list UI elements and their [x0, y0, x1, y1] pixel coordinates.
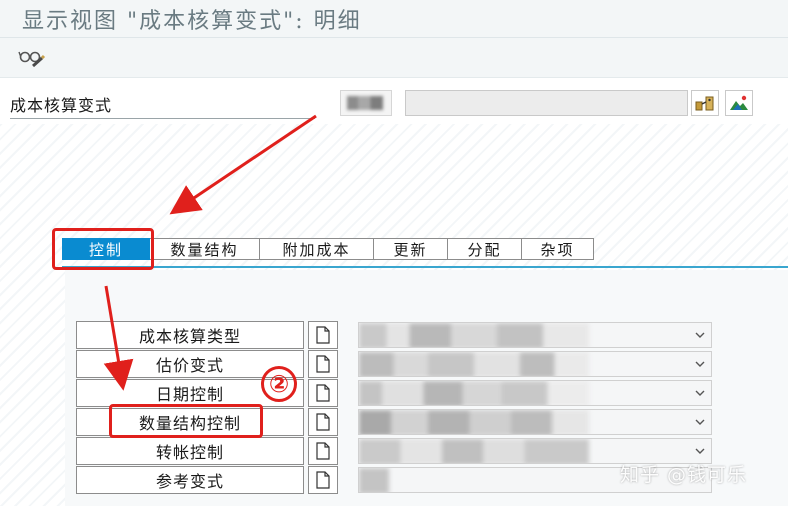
- toolbar: [0, 38, 788, 78]
- document-icon[interactable]: [308, 379, 338, 407]
- costing-variant-label: 成本核算变式: [10, 92, 315, 119]
- valuation-variant-select[interactable]: [358, 351, 712, 377]
- document-icon[interactable]: [308, 408, 338, 436]
- blurred-value: [359, 352, 589, 376]
- chevron-down-icon: [695, 332, 705, 338]
- image-icon[interactable]: [725, 90, 753, 116]
- blurred-value: [359, 468, 389, 492]
- tab-misc[interactable]: 杂项: [522, 238, 594, 260]
- variant-field-row: 成本核算变式: [0, 78, 788, 124]
- chevron-down-icon: [695, 448, 705, 454]
- document-icon[interactable]: [308, 437, 338, 465]
- tab-assignments[interactable]: 分配: [448, 238, 522, 260]
- tab-quantity-structure[interactable]: 数量结构: [150, 238, 260, 260]
- document-icon[interactable]: [308, 321, 338, 349]
- blurred-value: [359, 439, 589, 463]
- tab-update[interactable]: 更新: [374, 238, 448, 260]
- form-row: 估价变式: [76, 350, 716, 378]
- display-change-icon[interactable]: [18, 46, 46, 70]
- blurred-value: [359, 410, 589, 434]
- reference-variant-label: 参考变式: [76, 466, 304, 494]
- chevron-down-icon: [695, 390, 705, 396]
- tab-underline: [62, 266, 788, 268]
- costing-type-select[interactable]: [358, 322, 712, 348]
- window-title: 显示视图 "成本核算变式": 明细: [22, 8, 362, 34]
- form-row: 日期控制: [76, 379, 716, 407]
- transport-icon[interactable]: [691, 90, 719, 116]
- watermark: 知乎 @钱可乐: [620, 464, 748, 486]
- costing-type-label: 成本核算类型: [76, 321, 304, 349]
- annotation-box-quantity-structure-control: [109, 404, 263, 438]
- transfer-control-label: 转帐控制: [76, 437, 304, 465]
- form-row: 成本核算类型: [76, 321, 716, 349]
- sap-detail-view: 显示视图 "成本核算变式": 明细 成本核算变式 控制 数量结构 附加成本 更新…: [0, 0, 788, 506]
- chevron-down-icon: [695, 361, 705, 367]
- blurred-value: [359, 323, 589, 347]
- blurred-value: [359, 381, 589, 405]
- date-control-select[interactable]: [358, 380, 712, 406]
- title-bar: 显示视图 "成本核算变式": 明细: [0, 0, 788, 38]
- tab-additive-costs[interactable]: 附加成本: [260, 238, 374, 260]
- blurred-key-value: [347, 96, 383, 110]
- document-icon[interactable]: [308, 466, 338, 494]
- costing-variant-key-field[interactable]: [340, 90, 392, 116]
- annotation-box-control-tab: [52, 228, 154, 270]
- step-number-badge: ②: [261, 366, 297, 402]
- quantity-structure-control-select[interactable]: [358, 409, 712, 435]
- document-icon[interactable]: [308, 350, 338, 378]
- costing-variant-description-field[interactable]: [405, 90, 688, 116]
- chevron-down-icon: [695, 419, 705, 425]
